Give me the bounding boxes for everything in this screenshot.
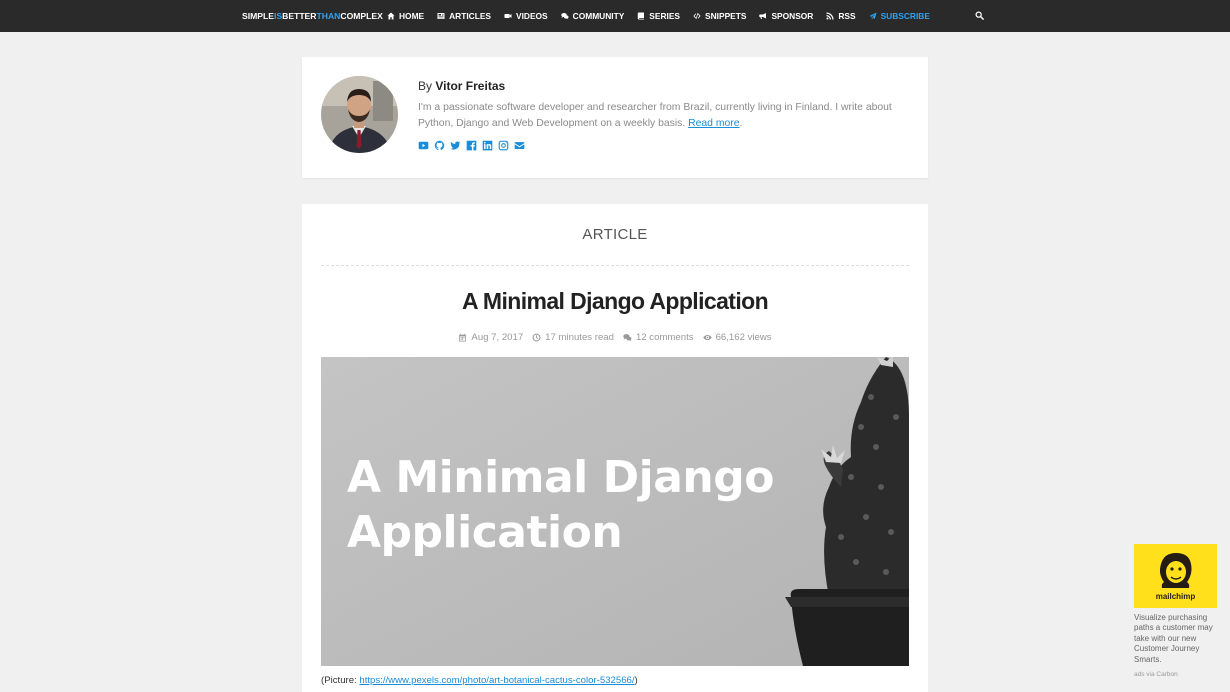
bullhorn-icon: [759, 12, 767, 20]
meta-date: Aug 7, 2017: [458, 332, 523, 343]
hero-title-text: A Minimal Django Application: [347, 452, 774, 558]
github-icon[interactable]: [434, 140, 445, 151]
nav-item-rss[interactable]: RSS: [826, 11, 856, 21]
author-bio-text: I'm a passionate software developer and …: [418, 102, 892, 130]
nav-label: SUBSCRIBE: [880, 11, 930, 21]
logo-part-better: BETTER: [282, 11, 317, 21]
article-comments: 12 comments: [635, 332, 694, 343]
nav-item-home[interactable]: HOME: [387, 11, 424, 21]
youtube-icon[interactable]: [418, 140, 429, 151]
meta-read-time: 17 minutes read: [532, 332, 614, 343]
logo-part-complex: COMPLEX: [340, 11, 383, 21]
search-icon: [975, 11, 985, 20]
home-icon: [387, 12, 395, 20]
paper-plane-icon: [869, 12, 877, 20]
caption-prefix: (Picture:: [321, 675, 360, 686]
nav-label: COMMUNITY: [572, 11, 625, 21]
envelope-icon[interactable]: [514, 140, 525, 151]
author-card: By Vitor Freitas I'm a passionate softwa…: [302, 57, 928, 178]
nav-label: HOME: [399, 11, 425, 21]
article-date: Aug 7, 2017: [471, 332, 524, 343]
carbon-ad: mailchimp Visualize purchasing paths a c…: [1134, 544, 1218, 678]
code-icon: [693, 12, 701, 20]
article-views: 66,162 views: [715, 332, 772, 343]
meta-views: 66,162 views: [702, 332, 772, 343]
section-divider: [321, 265, 909, 266]
nav-item-articles[interactable]: ARTICLES: [437, 11, 491, 21]
author-name: Vitor Freitas: [435, 79, 506, 93]
caption-link[interactable]: https://www.pexels.com/photo/art-botanic…: [359, 675, 634, 686]
article-card: ARTICLE A Minimal Django Application Aug…: [302, 204, 928, 692]
comments-icon: [560, 12, 569, 20]
ad-via[interactable]: ads via Carbon: [1134, 671, 1218, 678]
linkedin-icon[interactable]: [482, 140, 493, 151]
bio-period: .: [739, 118, 743, 130]
logo-part-is: IS: [274, 11, 283, 21]
logo-part-simple: SIMPLE: [242, 11, 274, 21]
book-icon: [637, 12, 645, 20]
social-links: [418, 140, 525, 151]
nav-label: SERIES: [649, 11, 681, 21]
clock-icon: [532, 333, 541, 342]
logo-part-than: THAN: [316, 11, 341, 21]
byline-prefix: By: [418, 79, 433, 93]
caption-suffix: ): [634, 675, 638, 686]
facebook-icon[interactable]: [466, 140, 477, 151]
video-camera-icon: [504, 12, 512, 20]
newspaper-icon: [437, 12, 445, 20]
twitter-icon[interactable]: [450, 140, 461, 151]
ad-text[interactable]: Visualize purchasing paths a customer ma…: [1134, 613, 1218, 665]
nav-item-sponsor[interactable]: SPONSOR: [759, 11, 813, 21]
read-more-link[interactable]: Read more: [688, 118, 739, 129]
article-read-time: 17 minutes read: [545, 332, 614, 343]
nav-item-snippets[interactable]: SNIPPETS: [693, 11, 746, 21]
meta-comments[interactable]: 12 comments: [623, 332, 694, 343]
nav-label: RSS: [838, 11, 856, 21]
author-bio: I'm a passionate software developer and …: [418, 100, 898, 132]
nav-label: ARTICLES: [449, 11, 491, 21]
nav-item-subscribe[interactable]: SUBSCRIBE: [869, 11, 930, 21]
calendar-icon: [458, 333, 467, 342]
section-label: ARTICLE: [582, 226, 648, 243]
author-byline: By Vitor Freitas: [418, 79, 505, 93]
nav-label: SPONSOR: [771, 11, 814, 21]
top-navbar: SIMPLE IS BETTER THAN COMPLEX HOME ARTICLES …: [0, 0, 1230, 32]
hero-image: A Minimal Django Application: [321, 357, 909, 666]
ad-image[interactable]: mailchimp: [1134, 544, 1217, 608]
ad-brand: mailchimp: [1155, 592, 1196, 601]
article-title[interactable]: A Minimal Django Application: [302, 288, 928, 315]
author-avatar[interactable]: [321, 76, 398, 153]
nav-label: VIDEOS: [516, 11, 548, 21]
article-meta: Aug 7, 2017 17 minutes read 12 comments …: [302, 332, 928, 343]
eye-icon: [702, 333, 712, 342]
nav-item-series[interactable]: SERIES: [637, 11, 680, 21]
rss-icon: [826, 12, 834, 20]
site-logo[interactable]: SIMPLE IS BETTER THAN COMPLEX: [242, 0, 383, 32]
instagram-icon[interactable]: [498, 140, 509, 151]
image-caption: (Picture: https://www.pexels.com/photo/a…: [321, 675, 638, 686]
nav-item-community[interactable]: COMMUNITY: [560, 11, 625, 21]
search-button[interactable]: [975, 11, 985, 21]
nav-label: SNIPPETS: [705, 11, 747, 21]
nav-item-videos[interactable]: VIDEOS: [504, 11, 548, 21]
comments-icon: [623, 333, 632, 342]
nav-menu: HOME ARTICLES VIDEOS COMMUNITY SERIES SN…: [387, 0, 943, 32]
